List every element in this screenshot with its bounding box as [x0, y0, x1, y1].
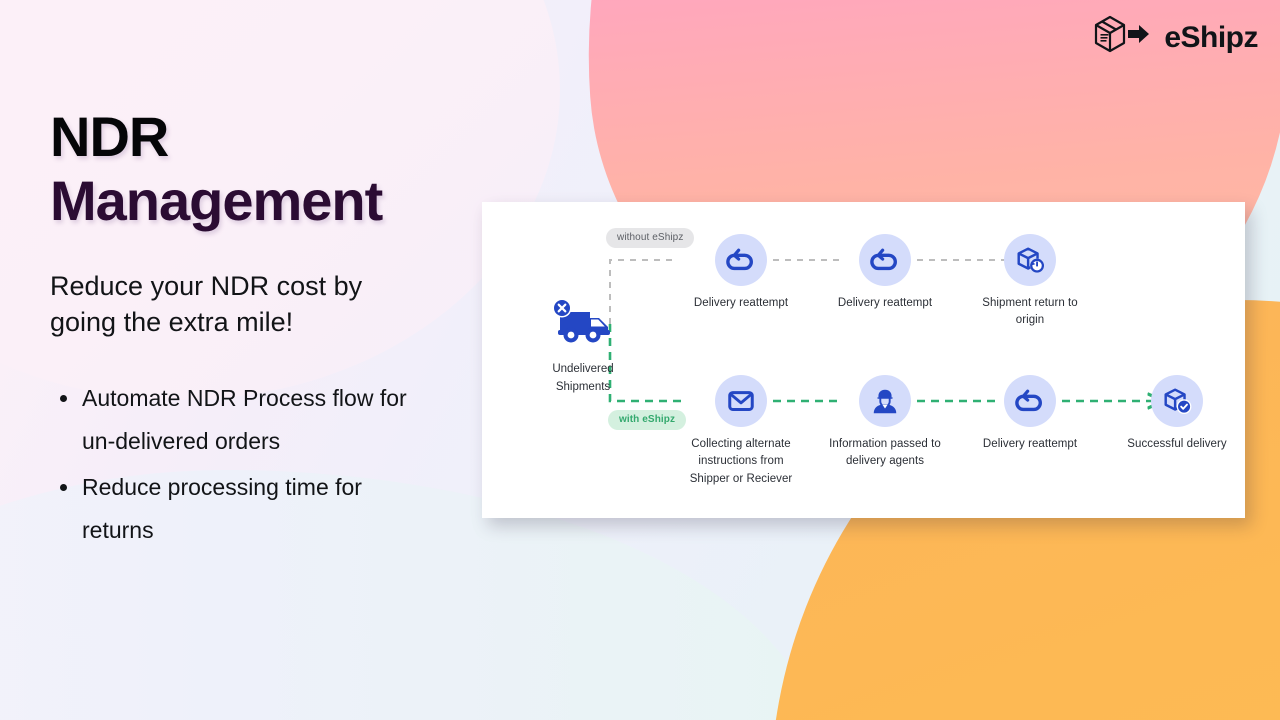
- node-caption: Successful delivery: [1127, 438, 1227, 450]
- node-caption: Information passed to delivery agents: [829, 438, 941, 468]
- node-caption: Delivery reattempt: [982, 438, 1078, 450]
- node-caption: Delivery reattempt: [693, 297, 789, 309]
- title-line-2: Management: [50, 168, 383, 232]
- node-caption: Delivery reattempt: [837, 297, 933, 309]
- node-caption: Collecting alternate instructions from S…: [689, 438, 793, 485]
- envelope-icon: [715, 375, 767, 427]
- list-item: Automate NDR Process flow for un-deliver…: [60, 377, 427, 462]
- node-caption: Undelivered Shipments: [552, 363, 614, 393]
- shipping-box-arrow-icon: [1090, 12, 1154, 63]
- page-title: NDR Management: [50, 108, 450, 229]
- box-check-icon: [1151, 375, 1203, 427]
- box-return-icon: [1004, 234, 1056, 286]
- ndr-flow-card: without eShipz with eShipz Undelivered S…: [482, 202, 1245, 518]
- node-delivery-reattempt-3: Delivery reattempt: [970, 375, 1090, 453]
- node-information-passed-to-agents: Information passed to delivery agents: [825, 375, 945, 471]
- node-delivery-reattempt-1: Delivery reattempt: [681, 234, 801, 312]
- branch-label-with-eshipz: with eShipz: [608, 410, 687, 430]
- delivery-agent-icon: [859, 375, 911, 427]
- hero-text-column: NDR Management Reduce your NDR cost by g…: [50, 108, 450, 555]
- undelivered-truck-icon: [550, 298, 616, 352]
- hero-subtitle: Reduce your NDR cost by going the extra …: [50, 271, 363, 338]
- hero-benefit-list: Automate NDR Process flow for un-deliver…: [50, 377, 450, 551]
- node-caption: Shipment return to origin: [982, 297, 1078, 327]
- node-collecting-alternate-instructions: Collecting alternate instructions from S…: [681, 375, 801, 488]
- list-item: Reduce processing time for returns: [60, 466, 427, 551]
- reattempt-loop-icon: [715, 234, 767, 286]
- node-successful-delivery: Successful delivery: [1117, 375, 1237, 453]
- node-delivery-reattempt-2: Delivery reattempt: [825, 234, 945, 312]
- reattempt-loop-icon: [1004, 375, 1056, 427]
- slide-canvas: eShipz NDR Management Reduce your NDR co…: [0, 0, 1280, 720]
- ndr-flow-diagram: without eShipz with eShipz Undelivered S…: [482, 202, 1245, 518]
- brand-logo: eShipz: [1090, 12, 1258, 63]
- brand-name: eShipz: [1164, 20, 1258, 54]
- reattempt-loop-icon: [859, 234, 911, 286]
- title-line-1: NDR: [50, 105, 169, 168]
- node-undelivered-shipments: Undelivered Shipments: [528, 292, 638, 397]
- node-shipment-return-to-origin: Shipment return to origin: [970, 234, 1090, 330]
